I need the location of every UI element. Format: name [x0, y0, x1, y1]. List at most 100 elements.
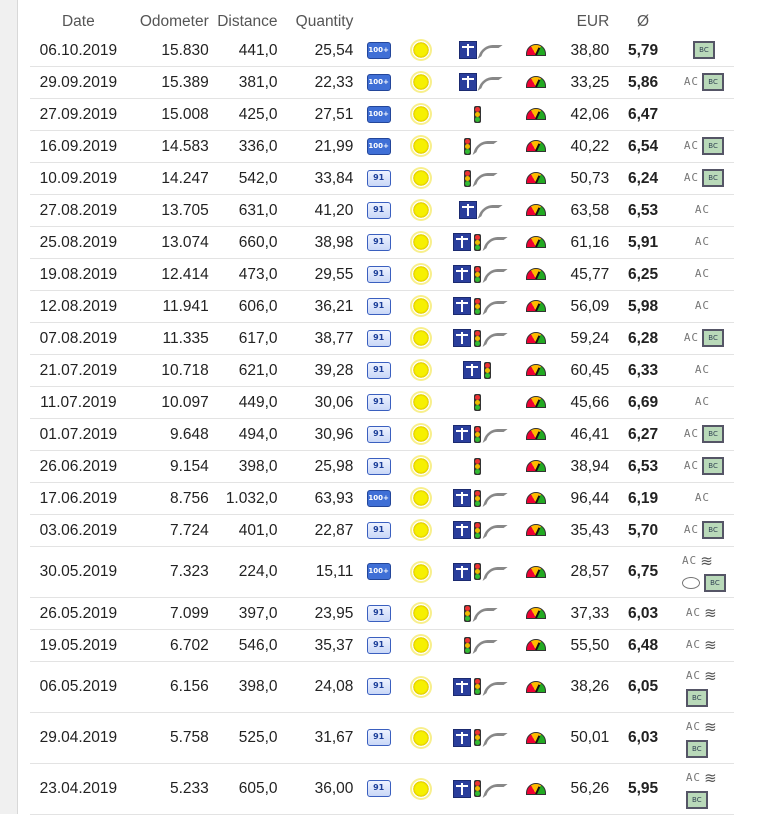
country-road-icon [479, 42, 497, 58]
column-header-quantity[interactable]: Quantity [281, 8, 357, 35]
cell-distance: 546,0 [211, 629, 281, 662]
table-row[interactable]: 25.08.2019 13.074 660,0 38,98 91 61,16 5,91 AC [30, 226, 734, 259]
cell-extras: AC [673, 194, 734, 227]
table-row[interactable]: 10.09.2019 14.247 542,0 33,84 91 50,73 6,24 AC B… [30, 162, 734, 195]
column-header-driving-style [515, 8, 557, 35]
fuel-grade-label: 91 [373, 732, 385, 742]
cell-average: 6,28 [612, 322, 674, 355]
cell-weather [400, 418, 441, 451]
table-row[interactable]: 29.09.2019 15.389 381,0 22,33 100+ 33,25 5,86 A… [30, 66, 734, 99]
country-road-icon [484, 679, 502, 695]
cell-date: 12.08.2019 [30, 290, 127, 323]
table-row[interactable]: 26.05.2019 7.099 397,0 23,95 91 37,33 6,03 AC ≋ [30, 597, 734, 630]
table-row[interactable]: 11.07.2019 10.097 449,0 30,06 91 45,66 6,69 AC [30, 386, 734, 419]
cell-date: 29.09.2019 [30, 66, 127, 99]
cell-quantity: 36,21 [280, 290, 357, 323]
table-row[interactable]: 03.06.2019 7.724 401,0 22,87 91 35,43 5,70 AC BC [30, 514, 734, 547]
highway-icon [453, 425, 472, 444]
air-conditioning-icon: AC [685, 638, 702, 652]
cell-fuel-type: 91 [356, 386, 401, 419]
comment-icon[interactable] [681, 576, 700, 589]
traffic-light-icon [474, 233, 482, 251]
table-row[interactable]: 19.05.2019 6.702 546,0 35,37 91 55,50 6,48 AC ≋ [30, 629, 734, 662]
table-row[interactable]: 26.06.2019 9.154 398,0 25,98 91 38,94 6,53 AC BC [30, 450, 734, 483]
table-row[interactable]: 27.08.2019 13.705 631,0 41,20 91 63,58 6,53 AC [30, 194, 734, 227]
highway-icon [463, 361, 482, 380]
cell-driving-style [514, 418, 558, 451]
cell-fuel-type: 100+ [356, 98, 401, 131]
air-conditioning-icon: AC [683, 331, 700, 345]
column-header-odometer[interactable]: Odometer [127, 8, 212, 35]
cell-date: 11.07.2019 [30, 386, 127, 419]
onboard-computer-icon: BC [702, 425, 725, 444]
cell-distance: 525,0 [211, 712, 281, 764]
air-conditioning-icon: AC [685, 606, 702, 620]
table-row[interactable]: 16.09.2019 14.583 336,0 21,99 100+ 40,22 6,54 A… [30, 130, 734, 163]
cell-average: 6,54 [612, 130, 674, 163]
fuel-100-icon: 100+ [366, 105, 391, 123]
cell-eur: 38,94 [557, 450, 613, 483]
cell-odometer: 9.154 [126, 450, 212, 483]
cell-weather [400, 98, 441, 131]
table-row[interactable]: 17.06.2019 8.756 1.032,0 63,93 100+ 96,44 6,19… [30, 482, 734, 515]
cell-fuel-type: 91 [356, 712, 401, 764]
country-road-icon [484, 564, 502, 580]
cell-fuel-type: 100+ [356, 130, 401, 163]
table-row[interactable]: 19.08.2019 12.414 473,0 29,55 91 45,77 6,25 AC [30, 258, 734, 291]
column-header-distance[interactable]: Distance [212, 8, 281, 35]
table-row[interactable]: 01.07.2019 9.648 494,0 30,96 91 46,41 6,27 AC BC [30, 418, 734, 451]
highway-icon [458, 41, 477, 60]
sun-icon [411, 137, 430, 156]
highway-icon [453, 265, 472, 284]
cell-date: 30.05.2019 [30, 546, 127, 598]
country-road-icon [484, 330, 502, 346]
column-header-average[interactable]: Ø [612, 8, 674, 35]
cell-quantity: 15,11 [280, 546, 357, 598]
traffic-light-icon [474, 489, 482, 507]
traffic-light-icon [464, 604, 472, 622]
highway-icon [453, 728, 472, 747]
table-row[interactable]: 21.07.2019 10.718 621,0 39,28 91 60,45 6,33 AC [30, 354, 734, 387]
table-row[interactable]: 07.08.2019 11.335 617,0 38,77 91 59,24 6,28 AC B… [30, 322, 734, 355]
column-header-date[interactable]: Date [30, 8, 127, 35]
table-row[interactable]: 27.09.2019 15.008 425,0 27,51 100+ 42,06 6,47 [30, 98, 734, 131]
sun-icon [411, 521, 430, 540]
cell-date: 10.09.2019 [30, 162, 127, 195]
onboard-computer-icon: BC [692, 41, 715, 60]
air-conditioning-icon: AC [683, 75, 700, 89]
cell-route [440, 450, 515, 483]
column-header-eur[interactable]: EUR [557, 8, 612, 35]
table-row[interactable]: 12.08.2019 11.941 606,0 36,21 91 56,09 5,98 AC [30, 290, 734, 323]
cell-extras: AC ≋ [673, 597, 734, 630]
cell-extras: AC [673, 290, 734, 323]
fuel-grade-label: 91 [373, 428, 385, 438]
cell-distance: 397,0 [211, 597, 281, 630]
cell-route [440, 98, 515, 131]
traffic-light-icon [474, 425, 482, 443]
speedometer-icon [526, 332, 547, 345]
cell-average: 6,19 [612, 482, 674, 515]
cell-date: 16.09.2019 [30, 130, 127, 163]
cell-weather [400, 290, 441, 323]
table-row[interactable]: 30.05.2019 7.323 224,0 15,11 100+ 28,57 6,75 AC… [30, 546, 734, 598]
cell-quantity: 35,37 [280, 629, 357, 662]
extras-group: BC [692, 40, 715, 62]
cell-date: 26.05.2019 [30, 597, 127, 630]
speedometer-icon [526, 731, 547, 744]
table-row[interactable]: 29.04.2019 5.758 525,0 31,67 91 50,01 6,03 AC ≋ B… [30, 712, 734, 764]
fuel-grade-label: 100+ [368, 109, 389, 118]
cell-driving-style [514, 290, 558, 323]
table-row[interactable]: 06.05.2019 6.156 398,0 24,08 91 38,26 6,05 AC ≋ B… [30, 661, 734, 713]
cell-date: 01.07.2019 [30, 418, 127, 451]
table-row[interactable]: 23.04.2019 5.233 605,0 36,00 91 56,26 5,95 AC ≋ B… [30, 763, 734, 815]
cell-driving-style [514, 712, 558, 764]
air-conditioning-icon: AC [694, 491, 711, 505]
onboard-computer-icon: BC [702, 329, 725, 348]
cell-quantity: 38,77 [280, 322, 357, 355]
extras-group: AC [695, 199, 713, 221]
cell-driving-style [514, 546, 558, 598]
table-row[interactable]: 06.10.2019 15.830 441,0 25,54 100+ 38,80 5,79 B… [30, 35, 734, 67]
column-header-weather [401, 8, 441, 35]
fuel-91-icon: 91 [366, 393, 391, 411]
country-road-icon [484, 234, 502, 250]
